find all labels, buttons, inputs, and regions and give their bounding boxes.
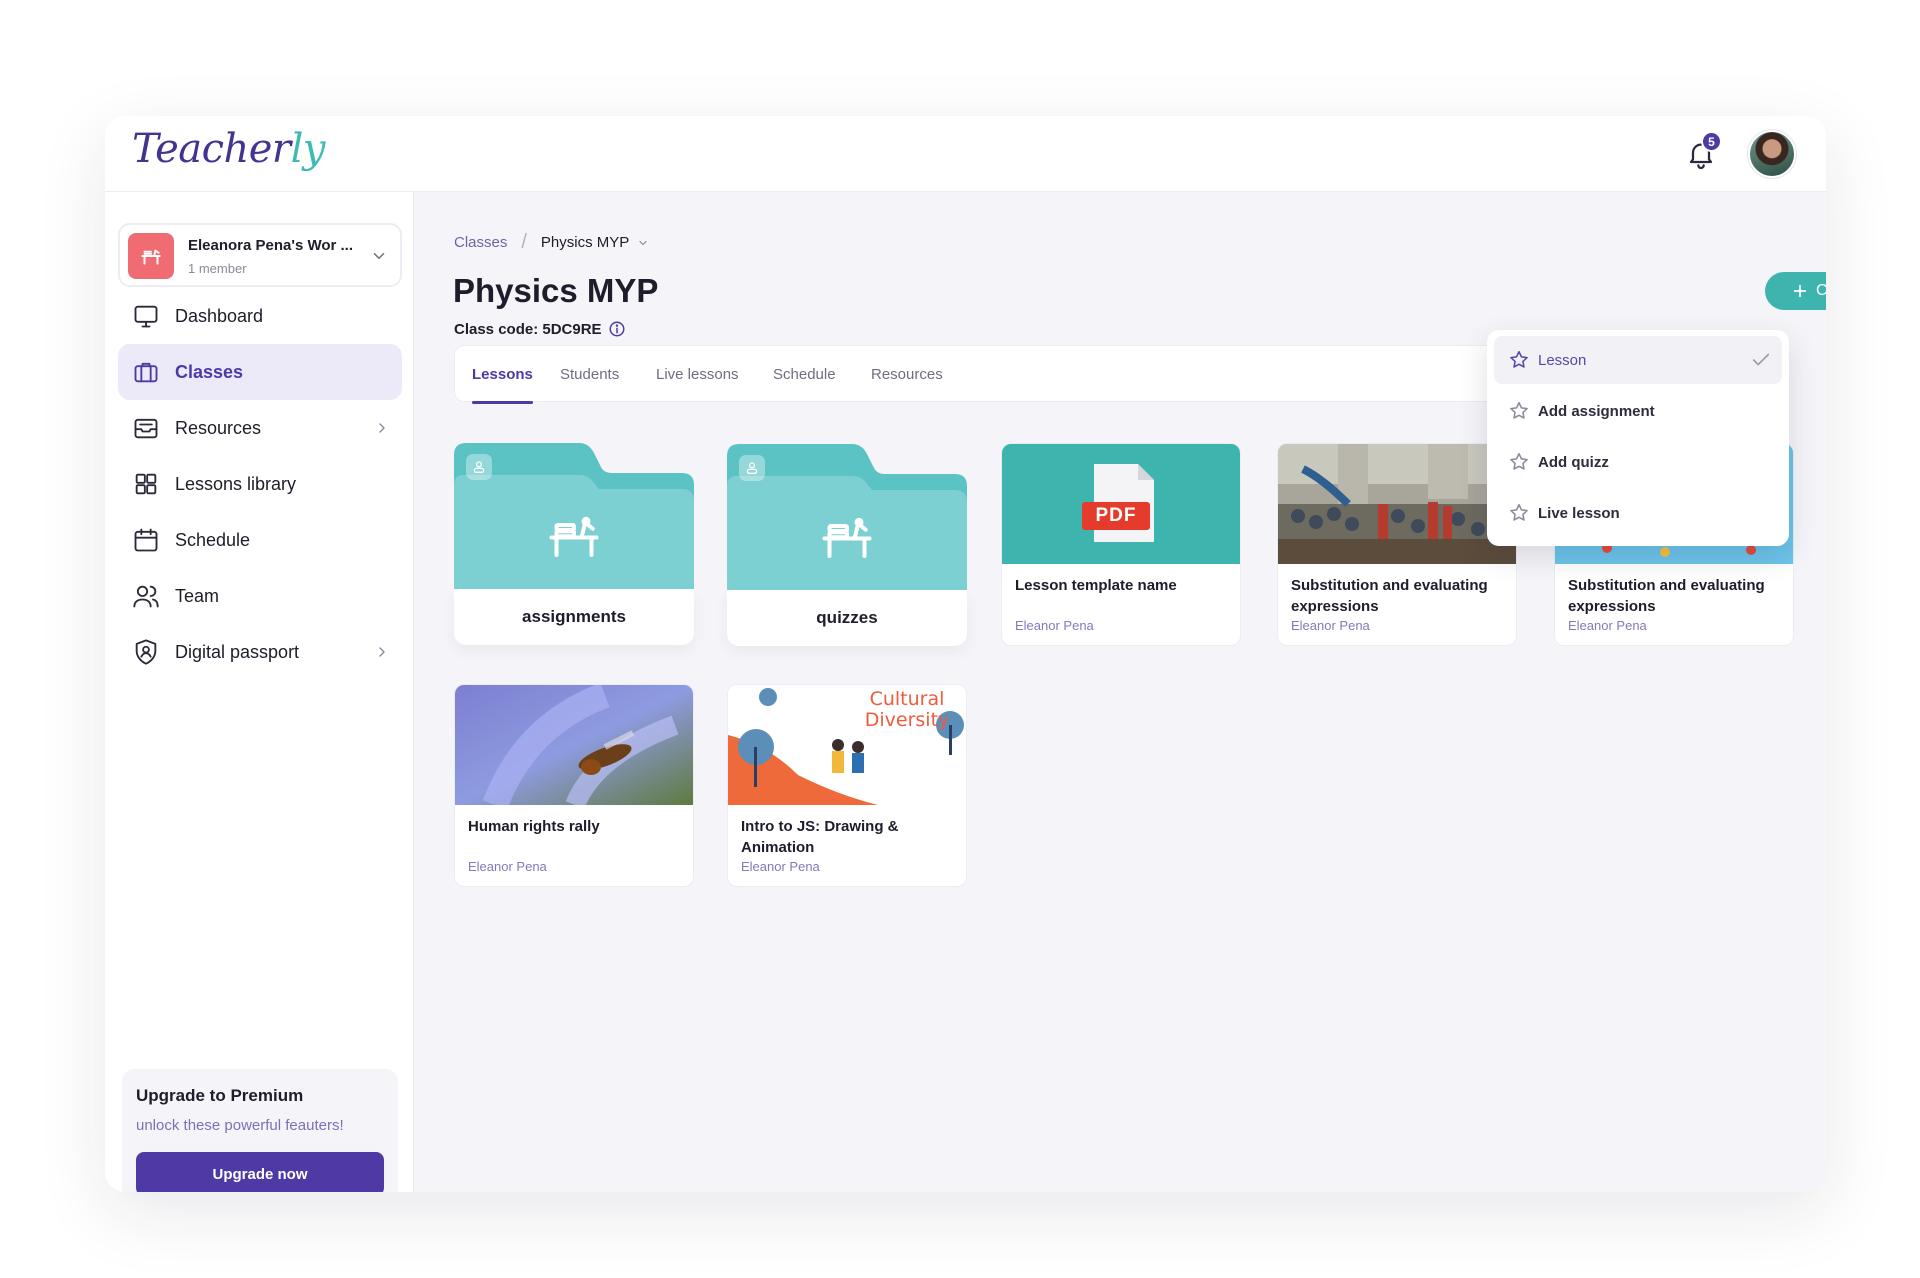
check-icon xyxy=(1752,353,1770,366)
sidebar-item-classes[interactable]: Classes xyxy=(118,344,402,400)
sidebar: Eleanora Pena's Wor ... 1 member Dashboa… xyxy=(105,192,414,1192)
plus-icon xyxy=(1793,284,1807,298)
upgrade-now-button[interactable]: Upgrade now xyxy=(136,1152,384,1192)
create-menu: Lesson Add assignment Add quizz Live les… xyxy=(1487,330,1789,546)
user-avatar[interactable] xyxy=(1748,130,1796,178)
card-title: Human rights rally xyxy=(468,818,600,835)
card-thumbnail xyxy=(1278,444,1516,564)
monitor-icon xyxy=(134,305,158,328)
star-icon xyxy=(1510,452,1528,470)
sidebar-item-label: Schedule xyxy=(175,529,251,550)
workspace-name: Eleanora Pena's Wor ... xyxy=(188,237,354,254)
page-title: Physics MYP xyxy=(453,272,659,309)
grid-icon xyxy=(135,473,157,495)
sidebar-item-dashboard[interactable]: Dashboard xyxy=(118,288,402,344)
sidebar-item-label: Team xyxy=(175,585,220,606)
sidebar-item-schedule[interactable]: Schedule xyxy=(118,512,402,568)
card-author: Eleanor Pena xyxy=(468,859,547,874)
card-author: Eleanor Pena xyxy=(741,859,820,874)
chevron-down-icon xyxy=(373,253,385,259)
menu-item-label: Add quizz xyxy=(1538,453,1609,471)
sidebar-item-label: Lessons library xyxy=(175,473,297,494)
card-author: Eleanor Pena xyxy=(1291,618,1370,633)
star-icon xyxy=(1510,350,1528,368)
chevron-right-icon xyxy=(379,647,385,657)
card-author: Eleanor Pena xyxy=(1568,618,1647,633)
briefcase-icon xyxy=(134,362,158,383)
tab-schedule[interactable]: Schedule xyxy=(773,346,836,403)
lesson-card[interactable]: Cultural Diversity Intro to JS: Drawing … xyxy=(727,684,967,887)
premium-title: Upgrade to Premium xyxy=(136,1086,304,1105)
menu-item-lesson[interactable]: Lesson xyxy=(1494,336,1782,384)
star-icon xyxy=(1510,401,1528,419)
folder-label: assignments xyxy=(454,589,694,645)
menu-item-live-lesson[interactable]: Live lesson xyxy=(1494,489,1782,537)
card-title: Lesson template name xyxy=(1015,577,1177,594)
desk-icon xyxy=(822,517,872,558)
chevron-down-icon[interactable] xyxy=(637,237,649,249)
tab-lessons[interactable]: Lessons xyxy=(472,346,533,404)
star-icon xyxy=(1510,503,1528,521)
tab-live-lessons[interactable]: Live lessons xyxy=(656,346,739,403)
tab-resources[interactable]: Resources xyxy=(871,346,943,403)
premium-subtitle: unlock these powerful feauters! xyxy=(136,1117,344,1134)
card-title: Substitution and evaluating expressions xyxy=(1568,577,1765,615)
workspace-icon xyxy=(128,233,174,279)
inbox-icon xyxy=(134,418,158,439)
tab-students[interactable]: Students xyxy=(560,346,619,403)
top-bar: Teacherly 5 xyxy=(105,116,1826,192)
menu-item-label: Lesson xyxy=(1538,351,1587,369)
premium-upsell: Upgrade to Premium unlock these powerful… xyxy=(122,1069,398,1192)
sidebar-item-label: Classes xyxy=(175,361,244,382)
sidebar-item-label: Digital passport xyxy=(175,641,300,662)
shared-user-icon xyxy=(739,455,765,481)
create-button[interactable]: Create xyxy=(1765,272,1826,310)
sidebar-item-label: Resources xyxy=(175,417,262,438)
workspace-members: 1 member xyxy=(188,261,247,276)
card-title: Substitution and evaluating expressions xyxy=(1291,577,1488,615)
folder-quizzes[interactable]: quizzes xyxy=(727,444,967,646)
lesson-card[interactable]: Substitution and evaluating expressions … xyxy=(1277,443,1517,646)
card-thumbnail xyxy=(455,685,693,805)
chevron-right-icon xyxy=(379,423,385,433)
class-code: Class code: 5DC9RE xyxy=(454,320,626,338)
lesson-card[interactable]: PDF Lesson template name Eleanor Pena xyxy=(1001,443,1241,646)
menu-item-label: Add assignment xyxy=(1538,402,1655,420)
info-icon[interactable] xyxy=(608,320,626,338)
sidebar-item-resources[interactable]: Resources xyxy=(118,400,402,456)
sidebar-item-lessons-library[interactable]: Lessons library xyxy=(118,456,402,512)
folder-assignments[interactable]: assignments xyxy=(454,443,694,645)
shared-user-icon xyxy=(466,454,492,480)
breadcrumb-current[interactable]: Physics MYP xyxy=(541,234,629,251)
menu-item-add-assignment[interactable]: Add assignment xyxy=(1494,387,1782,435)
pdf-badge: PDF xyxy=(1095,505,1137,526)
users-icon xyxy=(133,585,159,608)
breadcrumb-separator: / xyxy=(521,231,527,253)
app-window: Teacherly 5 Eleanora Pena's Wor ... 1 me… xyxy=(105,116,1826,1192)
desk-icon xyxy=(549,516,599,557)
menu-item-label: Live lesson xyxy=(1538,504,1620,522)
menu-item-add-quizz[interactable]: Add quizz xyxy=(1494,438,1782,486)
lesson-card[interactable]: Human rights rally Eleanor Pena xyxy=(454,684,694,887)
shield-user-icon xyxy=(135,639,157,665)
sidebar-item-team[interactable]: Team xyxy=(118,568,402,624)
workspace-switcher[interactable]: Eleanora Pena's Wor ... 1 member xyxy=(118,223,402,287)
class-tabs: Lessons Students Live lessons Schedule R… xyxy=(454,345,1514,404)
calendar-icon xyxy=(134,528,158,552)
class-code-text: Class code: 5DC9RE xyxy=(454,320,602,338)
sidebar-item-digital-passport[interactable]: Digital passport xyxy=(118,624,402,680)
breadcrumb-classes-link[interactable]: Classes xyxy=(454,234,507,251)
notification-badge: 5 xyxy=(1701,131,1722,152)
card-thumbnail: Cultural Diversity xyxy=(728,685,966,805)
teacherly-logo[interactable]: Teacherly xyxy=(132,126,325,172)
card-author: Eleanor Pena xyxy=(1015,618,1094,633)
folder-label: quizzes xyxy=(727,590,967,646)
card-title: Intro to JS: Drawing & Animation xyxy=(741,818,899,856)
create-button-label: Create xyxy=(1815,282,1826,299)
thumb-title: Cultural Diversity xyxy=(864,688,950,731)
card-thumbnail: PDF xyxy=(1002,444,1240,564)
sidebar-item-label: Dashboard xyxy=(175,305,264,326)
breadcrumb: Classes / Physics MYP xyxy=(454,231,649,254)
